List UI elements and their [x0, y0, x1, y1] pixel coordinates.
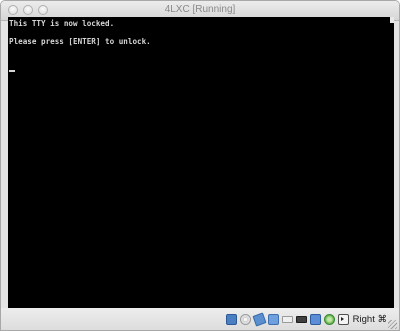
vm-console-screen[interactable]: This TTY is now locked. Please press [ENT…	[8, 17, 394, 308]
hard-disk-icon[interactable]	[225, 314, 237, 325]
host-key-label: Right ⌘	[352, 314, 387, 325]
virtualization-icon	[323, 314, 335, 325]
status-bar: Right ⌘	[1, 308, 399, 330]
usb-icon[interactable]	[281, 316, 293, 323]
console-output: This TTY is now locked. Please press [ENT…	[9, 19, 151, 46]
console-line: This TTY is now locked.	[9, 19, 115, 28]
console-line: Please press [ENTER] to unlock.	[9, 37, 151, 46]
display-icon[interactable]	[295, 316, 307, 323]
text-cursor	[9, 70, 15, 72]
vm-window: 4LXC [Running] This TTY is now locked. Pl…	[0, 0, 400, 331]
optical-drive-icon[interactable]	[239, 314, 251, 325]
window-title: 4LXC [Running]	[164, 4, 236, 15]
network-icon[interactable]	[267, 314, 279, 325]
shared-folders-icon[interactable]	[309, 314, 321, 325]
floppy-icon[interactable]	[252, 312, 267, 327]
status-icons: Right ⌘	[225, 312, 387, 327]
mouse-integration-icon[interactable]	[337, 314, 349, 325]
scroll-marker	[390, 17, 394, 23]
resize-grip[interactable]	[388, 320, 397, 329]
